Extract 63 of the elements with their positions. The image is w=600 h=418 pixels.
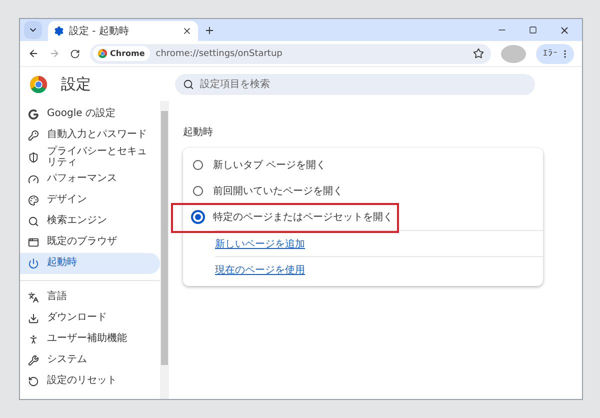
radio-button[interactable] [191,210,205,224]
download-icon [28,313,39,324]
tab-title: 設定 - 起動時 [69,24,130,38]
radio-button[interactable] [193,160,203,170]
google-icon [28,109,39,120]
gauge-icon [28,174,39,185]
section-title: 起動時 [183,126,214,139]
option-label: 新しいタブ ページを開く [213,158,326,172]
settings-icon [54,26,64,36]
address-bar[interactable]: Chrome chrome://settings/onStartup [90,44,491,64]
search-field[interactable]: 設定項目を検索 [175,74,535,94]
person-icon [28,334,39,345]
radio-button[interactable] [193,186,203,196]
close-icon [559,24,570,36]
profile-button[interactable]: ｴﾗｰ [536,44,574,64]
browser-tab[interactable]: 設定 - 起動時 [48,21,198,41]
sidebar-item[interactable]: システム [20,350,160,371]
sidebar-item[interactable]: 既定のブラウザ [20,232,160,253]
back-arrow-icon [28,48,39,59]
maximize-icon [529,26,537,34]
language-icon [28,292,39,303]
forward-arrow-icon [49,48,60,59]
option-label: 特定のページまたはページセットを開く [213,210,393,224]
back-button[interactable] [28,48,39,59]
maximize-button[interactable] [529,24,537,36]
reload-icon [70,48,80,58]
action-link[interactable]: 現在のページを使用 [215,262,305,276]
reload-button[interactable] [70,48,80,58]
power-icon [28,258,39,269]
browser-logo-icon [98,49,107,58]
sidebar-item[interactable]: デザイン [20,190,160,211]
browser-logo-icon [30,76,47,92]
plus-icon [204,24,215,36]
sidebar-item[interactable]: プライバシーとセキュリティ [20,146,160,169]
browser-window-icon [28,237,39,248]
sidebar-item[interactable]: 設定のリセット [20,371,160,392]
sidebar-item[interactable]: パフォーマンス [20,169,160,190]
option-label: 前回開いていたページを開く [213,185,343,198]
palette-icon [28,195,39,206]
star-icon [473,48,484,59]
url-text: chrome://settings/onStartup [156,48,284,58]
scrollbar[interactable] [160,101,169,399]
sidebar-item[interactable]: 検索エンジン [20,211,160,232]
sidebar-item[interactable]: 自動入力とパスワード [20,125,160,146]
close-button[interactable] [559,24,570,36]
new-tab-button[interactable] [204,24,215,36]
wrench-icon [28,355,39,366]
sidebar-item[interactable]: ダウンロード [20,308,160,329]
sidebar-item[interactable]: 起動時 [20,253,160,274]
site-chip[interactable]: Chrome [93,46,150,61]
reset-icon [28,376,39,387]
shield-icon [28,152,39,163]
close-tab-button[interactable] [182,26,192,36]
search-icon [183,78,194,90]
key-icon [28,130,39,141]
sidebar-item[interactable]: Google の設定 [20,104,160,125]
sidebar-item[interactable]: ユーザー補助機能 [20,329,160,350]
bookmark-star-button[interactable] [473,48,484,59]
page-title: 設定 [61,74,91,94]
sidebar-item[interactable]: 言語 [20,287,160,308]
action-link[interactable]: 新しいページを追加 [215,236,305,250]
search-icon [28,216,39,227]
close-icon [182,26,192,36]
